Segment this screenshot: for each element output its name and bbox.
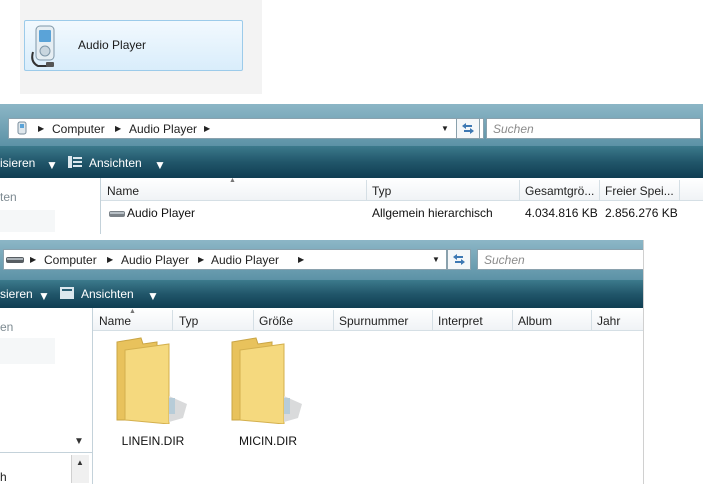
breadcrumb-separator-icon[interactable]: ▶ [115, 124, 121, 133]
organize-dropdown-icon[interactable]: ▼ [46, 158, 58, 172]
tile-label: Audio Player [78, 38, 147, 52]
organize-button[interactable]: sieren [0, 287, 33, 301]
refresh-icon [453, 254, 465, 265]
address-dropdown-icon[interactable]: ▼ [432, 255, 440, 264]
breadcrumb-separator-icon[interactable]: ▶ [38, 124, 44, 133]
views-icon [60, 287, 74, 299]
column-divider[interactable] [366, 180, 367, 200]
column-track-number[interactable]: Spurnummer [339, 314, 408, 328]
search-placeholder: Suchen [493, 122, 534, 136]
breadcrumb-separator-icon[interactable]: ▶ [30, 255, 36, 264]
breadcrumb-separator-icon[interactable]: ▶ [298, 255, 304, 264]
media-player-icon [31, 25, 55, 67]
nav-item[interactable]: en [0, 320, 13, 334]
row-free-space: 2.856.276 KB [605, 206, 678, 220]
column-name[interactable]: Name [107, 184, 139, 198]
breadcrumb-computer[interactable]: Computer [52, 122, 105, 136]
column-type[interactable]: Typ [372, 184, 391, 198]
column-divider[interactable] [512, 310, 513, 330]
column-divider[interactable] [679, 180, 680, 200]
column-divider[interactable] [591, 310, 592, 330]
views-icon [68, 156, 82, 168]
column-free-space[interactable]: Freier Spei... [605, 184, 674, 198]
views-dropdown-icon[interactable]: ▼ [147, 289, 159, 303]
organize-button[interactable]: isieren [0, 156, 35, 170]
nav-collapse-icon[interactable]: ▼ [74, 436, 84, 447]
nav-divider [0, 452, 92, 453]
organize-dropdown-icon[interactable]: ▼ [38, 289, 50, 303]
scroll-up-icon[interactable]: ▲ [76, 458, 84, 467]
column-name[interactable]: Name [99, 314, 131, 328]
column-size[interactable]: Größe [259, 314, 293, 328]
column-divider[interactable] [432, 310, 433, 330]
views-dropdown-icon[interactable]: ▼ [154, 158, 166, 172]
column-type[interactable]: Typ [179, 314, 198, 328]
drive-icon [6, 257, 24, 263]
device-icon [17, 121, 27, 135]
refresh-button[interactable] [447, 249, 471, 270]
column-divider[interactable] [172, 310, 173, 330]
search-input[interactable]: Suchen [477, 249, 644, 270]
nav-item-bottom[interactable]: h [0, 470, 7, 484]
folder-item[interactable]: MICIN.DIR [218, 330, 318, 450]
address-dropdown-icon[interactable]: ▼ [441, 124, 449, 133]
window-edge [643, 240, 644, 484]
refresh-icon [462, 123, 474, 134]
column-divider[interactable] [333, 310, 334, 330]
column-divider[interactable] [253, 310, 254, 330]
breadcrumb-audio-player-sub[interactable]: Audio Player [211, 253, 279, 267]
drive-icon [109, 211, 125, 217]
breadcrumb-audio-player[interactable]: Audio Player [129, 122, 197, 136]
views-button[interactable]: Ansichten [89, 156, 142, 170]
folder-icon [116, 337, 187, 424]
views-button[interactable]: Ansichten [81, 287, 134, 301]
column-year[interactable]: Jahr [597, 314, 620, 328]
column-divider[interactable] [519, 180, 520, 200]
column-artist[interactable]: Interpret [438, 314, 483, 328]
folder-icon [231, 337, 302, 424]
column-total-size[interactable]: Gesamtgrö... [525, 184, 594, 198]
row-type: Allgemein hierarchisch [372, 206, 493, 220]
folder-item[interactable]: LINEIN.DIR [103, 330, 203, 450]
nav-item-box [0, 338, 55, 364]
row-total-size: 4.034.816 KB [525, 206, 598, 220]
breadcrumb-separator-icon[interactable]: ▶ [107, 255, 113, 264]
search-placeholder: Suchen [484, 253, 525, 267]
nav-scrollbar[interactable]: ▲ [71, 455, 89, 483]
nav-item[interactable]: ten [0, 190, 17, 204]
folder-name: LINEIN.DIR [121, 434, 185, 448]
refresh-button[interactable] [456, 118, 480, 139]
breadcrumb-computer[interactable]: Computer [44, 253, 97, 267]
sort-arrow-icon: ▲ [229, 177, 236, 184]
breadcrumb-separator-icon[interactable]: ▶ [204, 124, 210, 133]
breadcrumb-separator-icon[interactable]: ▶ [198, 255, 204, 264]
nav-item-box [0, 210, 55, 232]
table-row[interactable]: Audio Player Allgemein hierarchisch 4.03… [101, 201, 681, 225]
row-name: Audio Player [127, 206, 196, 220]
search-input[interactable]: Suchen [486, 118, 701, 139]
folder-name: MICIN.DIR [239, 434, 297, 448]
column-album[interactable]: Album [518, 314, 552, 328]
column-divider[interactable] [599, 180, 600, 200]
breadcrumb-audio-player[interactable]: Audio Player [121, 253, 189, 267]
